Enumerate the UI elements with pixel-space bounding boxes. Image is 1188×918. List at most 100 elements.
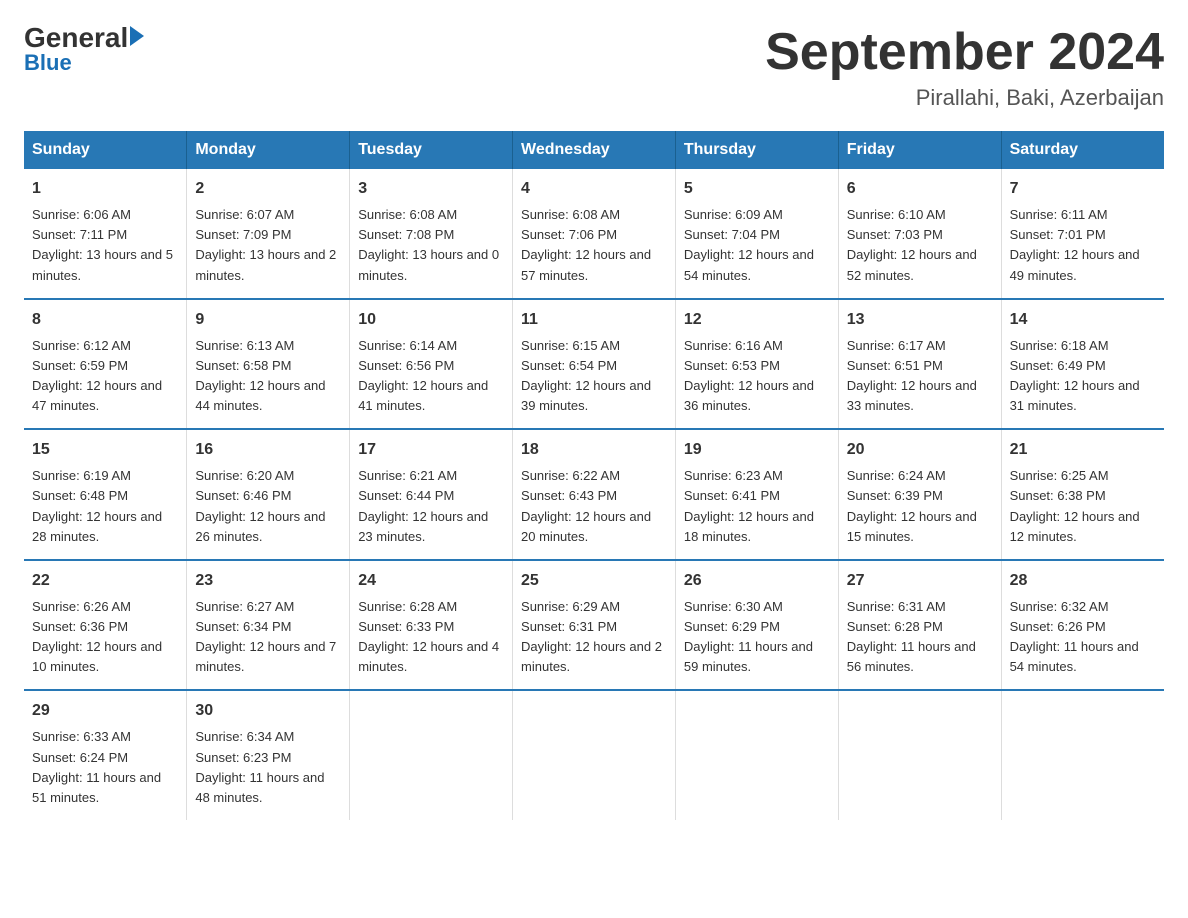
calendar-title: September 2024 <box>765 24 1164 81</box>
day-info: Sunrise: 6:23 AMSunset: 6:41 PMDaylight:… <box>684 468 814 543</box>
calendar-location: Pirallahi, Baki, Azerbaijan <box>765 85 1164 111</box>
calendar-week-row: 15Sunrise: 6:19 AMSunset: 6:48 PMDayligh… <box>24 429 1164 560</box>
calendar-cell <box>675 690 838 820</box>
day-info: Sunrise: 6:31 AMSunset: 6:28 PMDaylight:… <box>847 599 976 674</box>
calendar-cell: 28 Sunrise: 6:32 AMSunset: 6:26 PMDayligh… <box>1001 560 1164 691</box>
day-number: 13 <box>847 308 993 332</box>
day-number: 6 <box>847 177 993 201</box>
day-number: 22 <box>32 569 178 593</box>
calendar-week-row: 22 Sunrise: 6:26 AMSunset: 6:36 PMDayligh… <box>24 560 1164 691</box>
day-number: 7 <box>1010 177 1156 201</box>
header-wednesday: Wednesday <box>513 131 676 169</box>
calendar-cell: 7 Sunrise: 6:11 AMSunset: 7:01 PMDaylight… <box>1001 169 1164 299</box>
day-number: 10 <box>358 308 504 332</box>
calendar-table: SundayMondayTuesdayWednesdayThursdayFrid… <box>24 131 1164 820</box>
header-friday: Friday <box>838 131 1001 169</box>
calendar-cell: 6 Sunrise: 6:10 AMSunset: 7:03 PMDaylight… <box>838 169 1001 299</box>
day-info: Sunrise: 6:10 AMSunset: 7:03 PMDaylight:… <box>847 207 977 282</box>
day-number: 24 <box>358 569 504 593</box>
day-number: 29 <box>32 699 178 723</box>
day-info: Sunrise: 6:28 AMSunset: 6:33 PMDaylight:… <box>358 599 499 674</box>
calendar-cell: 14 Sunrise: 6:18 AMSunset: 6:49 PMDayligh… <box>1001 299 1164 430</box>
logo-arrow-icon <box>130 26 144 46</box>
calendar-header-row: SundayMondayTuesdayWednesdayThursdayFrid… <box>24 131 1164 169</box>
day-number: 11 <box>521 308 667 332</box>
day-info: Sunrise: 6:24 AMSunset: 6:39 PMDaylight:… <box>847 468 977 543</box>
calendar-cell: 26 Sunrise: 6:30 AMSunset: 6:29 PMDayligh… <box>675 560 838 691</box>
day-info: Sunrise: 6:16 AMSunset: 6:53 PMDaylight:… <box>684 338 814 413</box>
day-info: Sunrise: 6:29 AMSunset: 6:31 PMDaylight:… <box>521 599 662 674</box>
day-number: 28 <box>1010 569 1156 593</box>
day-number: 2 <box>195 177 341 201</box>
calendar-cell <box>513 690 676 820</box>
day-info: Sunrise: 6:32 AMSunset: 6:26 PMDaylight:… <box>1010 599 1139 674</box>
day-number: 4 <box>521 177 667 201</box>
day-info: Sunrise: 6:33 AMSunset: 6:24 PMDaylight:… <box>32 729 161 804</box>
header-monday: Monday <box>187 131 350 169</box>
calendar-cell <box>838 690 1001 820</box>
calendar-cell <box>350 690 513 820</box>
day-number: 18 <box>521 438 667 462</box>
title-block: September 2024 Pirallahi, Baki, Azerbaij… <box>765 24 1164 111</box>
day-number: 1 <box>32 177 178 201</box>
day-info: Sunrise: 6:19 AMSunset: 6:48 PMDaylight:… <box>32 468 162 543</box>
day-number: 30 <box>195 699 341 723</box>
calendar-cell: 1 Sunrise: 6:06 AMSunset: 7:11 PMDaylight… <box>24 169 187 299</box>
calendar-cell: 25 Sunrise: 6:29 AMSunset: 6:31 PMDayligh… <box>513 560 676 691</box>
day-info: Sunrise: 6:12 AMSunset: 6:59 PMDaylight:… <box>32 338 162 413</box>
day-number: 21 <box>1010 438 1156 462</box>
day-number: 25 <box>521 569 667 593</box>
day-info: Sunrise: 6:08 AMSunset: 7:08 PMDaylight:… <box>358 207 499 282</box>
calendar-cell: 12 Sunrise: 6:16 AMSunset: 6:53 PMDayligh… <box>675 299 838 430</box>
day-number: 8 <box>32 308 178 332</box>
day-number: 26 <box>684 569 830 593</box>
day-info: Sunrise: 6:20 AMSunset: 6:46 PMDaylight:… <box>195 468 325 543</box>
day-info: Sunrise: 6:14 AMSunset: 6:56 PMDaylight:… <box>358 338 488 413</box>
calendar-cell: 5 Sunrise: 6:09 AMSunset: 7:04 PMDaylight… <box>675 169 838 299</box>
calendar-cell <box>1001 690 1164 820</box>
day-info: Sunrise: 6:08 AMSunset: 7:06 PMDaylight:… <box>521 207 651 282</box>
calendar-cell: 17 Sunrise: 6:21 AMSunset: 6:44 PMDayligh… <box>350 429 513 560</box>
day-info: Sunrise: 6:15 AMSunset: 6:54 PMDaylight:… <box>521 338 651 413</box>
calendar-cell: 30 Sunrise: 6:34 AMSunset: 6:23 PMDayligh… <box>187 690 350 820</box>
calendar-cell: 8 Sunrise: 6:12 AMSunset: 6:59 PMDaylight… <box>24 299 187 430</box>
calendar-cell: 29 Sunrise: 6:33 AMSunset: 6:24 PMDayligh… <box>24 690 187 820</box>
header-tuesday: Tuesday <box>350 131 513 169</box>
day-info: Sunrise: 6:09 AMSunset: 7:04 PMDaylight:… <box>684 207 814 282</box>
header-saturday: Saturday <box>1001 131 1164 169</box>
day-number: 14 <box>1010 308 1156 332</box>
calendar-cell: 2 Sunrise: 6:07 AMSunset: 7:09 PMDaylight… <box>187 169 350 299</box>
logo-general: General <box>24 24 128 52</box>
day-number: 27 <box>847 569 993 593</box>
day-number: 19 <box>684 438 830 462</box>
calendar-week-row: 29 Sunrise: 6:33 AMSunset: 6:24 PMDayligh… <box>24 690 1164 820</box>
day-info: Sunrise: 6:21 AMSunset: 6:44 PMDaylight:… <box>358 468 488 543</box>
calendar-cell: 20Sunrise: 6:24 AMSunset: 6:39 PMDayligh… <box>838 429 1001 560</box>
header-sunday: Sunday <box>24 131 187 169</box>
day-info: Sunrise: 6:26 AMSunset: 6:36 PMDaylight:… <box>32 599 162 674</box>
day-info: Sunrise: 6:11 AMSunset: 7:01 PMDaylight:… <box>1010 207 1140 282</box>
calendar-cell: 24 Sunrise: 6:28 AMSunset: 6:33 PMDayligh… <box>350 560 513 691</box>
day-info: Sunrise: 6:22 AMSunset: 6:43 PMDaylight:… <box>521 468 651 543</box>
day-info: Sunrise: 6:30 AMSunset: 6:29 PMDaylight:… <box>684 599 813 674</box>
calendar-cell: 21Sunrise: 6:25 AMSunset: 6:38 PMDayligh… <box>1001 429 1164 560</box>
day-info: Sunrise: 6:06 AMSunset: 7:11 PMDaylight:… <box>32 207 173 282</box>
day-info: Sunrise: 6:18 AMSunset: 6:49 PMDaylight:… <box>1010 338 1140 413</box>
day-number: 17 <box>358 438 504 462</box>
calendar-cell: 10 Sunrise: 6:14 AMSunset: 6:56 PMDayligh… <box>350 299 513 430</box>
day-info: Sunrise: 6:07 AMSunset: 7:09 PMDaylight:… <box>195 207 336 282</box>
calendar-cell: 3Sunrise: 6:08 AMSunset: 7:08 PMDaylight… <box>350 169 513 299</box>
logo: General Blue <box>24 24 144 76</box>
calendar-cell: 16Sunrise: 6:20 AMSunset: 6:46 PMDayligh… <box>187 429 350 560</box>
day-number: 23 <box>195 569 341 593</box>
day-info: Sunrise: 6:27 AMSunset: 6:34 PMDaylight:… <box>195 599 336 674</box>
calendar-cell: 15Sunrise: 6:19 AMSunset: 6:48 PMDayligh… <box>24 429 187 560</box>
day-info: Sunrise: 6:34 AMSunset: 6:23 PMDaylight:… <box>195 729 324 804</box>
day-number: 12 <box>684 308 830 332</box>
header-thursday: Thursday <box>675 131 838 169</box>
calendar-week-row: 1 Sunrise: 6:06 AMSunset: 7:11 PMDaylight… <box>24 169 1164 299</box>
day-number: 5 <box>684 177 830 201</box>
calendar-cell: 13Sunrise: 6:17 AMSunset: 6:51 PMDayligh… <box>838 299 1001 430</box>
calendar-cell: 19 Sunrise: 6:23 AMSunset: 6:41 PMDayligh… <box>675 429 838 560</box>
logo-blue: Blue <box>24 50 72 76</box>
